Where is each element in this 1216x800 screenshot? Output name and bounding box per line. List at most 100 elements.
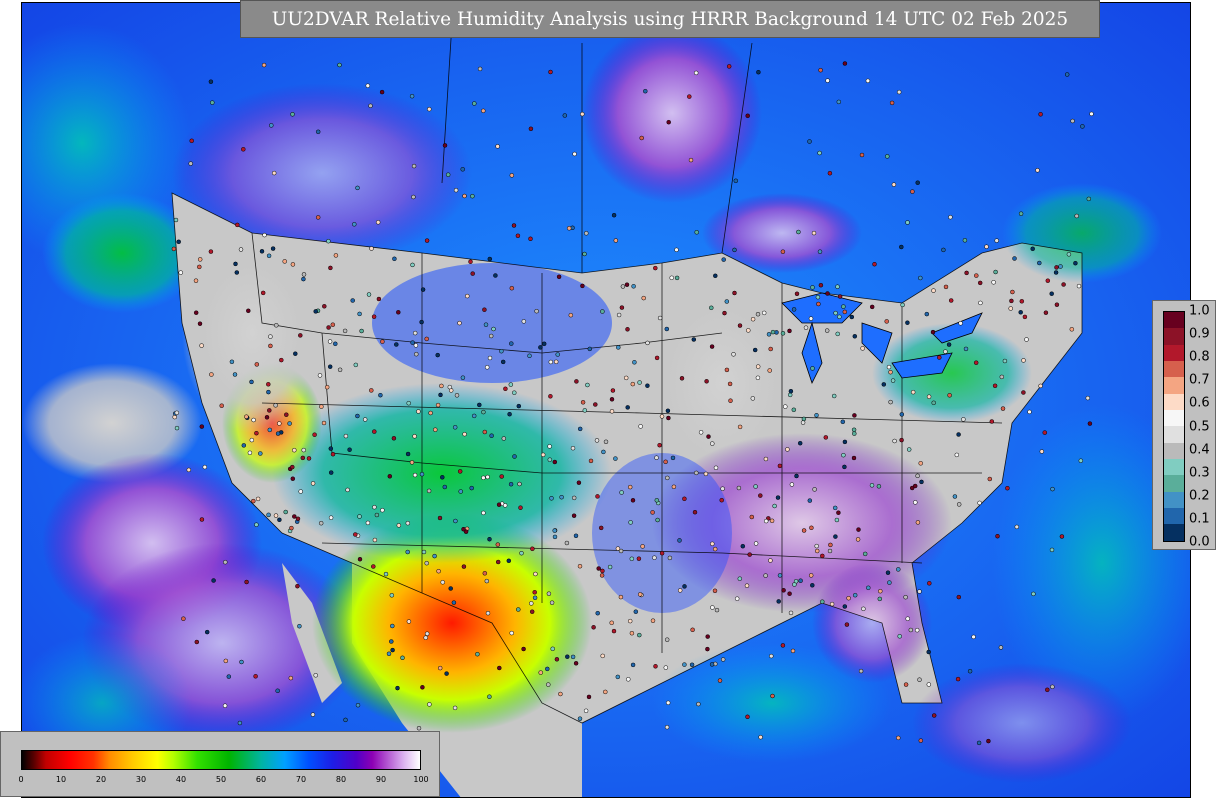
- station-dot: [477, 66, 483, 72]
- station-dot: [1049, 547, 1055, 553]
- station-dot: [293, 351, 298, 356]
- rh-colorbar: [21, 750, 421, 770]
- station-dot: [973, 360, 979, 365]
- station-dot: [577, 426, 583, 432]
- rh-tick-label: 10: [55, 775, 67, 784]
- station-dot: [267, 408, 272, 413]
- station-dot: [717, 678, 723, 683]
- rh-colorbar-panel: 0 10 20 30 40 50 60 70 80 90 100: [0, 731, 440, 797]
- station-dot: [255, 496, 261, 502]
- station-dot: [485, 474, 490, 480]
- station-dot: [1035, 168, 1040, 173]
- station-dot: [770, 693, 775, 699]
- station-dot: [532, 590, 537, 595]
- station-dot: [264, 415, 270, 420]
- station-dot: [913, 500, 918, 505]
- station-dot: [1009, 298, 1014, 304]
- station-dot: [509, 341, 514, 346]
- station-dot: [615, 674, 621, 680]
- station-dot: [411, 194, 416, 200]
- station-dot: [915, 473, 920, 479]
- station-dot: [736, 485, 742, 491]
- station-dot: [709, 662, 715, 667]
- rh-tick-label: 80: [335, 775, 347, 784]
- station-dot: [812, 487, 817, 492]
- station-dot: [355, 702, 361, 708]
- station-dot: [903, 594, 908, 600]
- station-dot: [687, 94, 692, 99]
- station-dot: [554, 657, 560, 662]
- station-dot: [550, 646, 555, 652]
- station-dot: [677, 538, 682, 543]
- station-dot: [615, 546, 621, 551]
- station-dot: [1054, 265, 1059, 270]
- station-dot: [1021, 358, 1026, 363]
- station-dot: [540, 452, 546, 458]
- station-dot: [481, 510, 486, 516]
- station-dot: [357, 311, 362, 317]
- station-dot: [709, 305, 714, 311]
- station-dot: [801, 528, 807, 533]
- station-dot: [577, 716, 583, 721]
- station-dot: [571, 513, 577, 518]
- station-dot: [516, 607, 521, 612]
- station-dot: [571, 495, 577, 501]
- station-dot: [470, 193, 475, 199]
- station-dot: [835, 284, 840, 289]
- station-dot: [787, 328, 792, 334]
- station-dot: [416, 409, 421, 414]
- station-dot: [844, 622, 850, 627]
- station-dot: [290, 262, 296, 267]
- station-dot: [1024, 337, 1029, 342]
- station-dot: [1089, 111, 1094, 117]
- station-dot: [899, 412, 905, 417]
- station-dot: [896, 89, 902, 95]
- station-dot: [900, 302, 905, 308]
- station-dot: [753, 484, 758, 489]
- station-dot: [268, 343, 273, 349]
- station-dot: [710, 441, 715, 446]
- ratio-tick-label: 0.0: [1189, 534, 1210, 550]
- station-dot: [852, 413, 857, 418]
- station-dot: [740, 543, 746, 549]
- station-dot: [376, 296, 382, 302]
- station-dot: [595, 610, 600, 616]
- station-dot: [918, 275, 923, 281]
- station-dot: [1039, 449, 1045, 454]
- station-dot: [292, 447, 297, 453]
- station-dot: [1002, 358, 1008, 364]
- station-dot: [692, 509, 698, 515]
- station-dot: [290, 464, 295, 470]
- station-dot: [787, 392, 793, 398]
- station-dot: [503, 386, 508, 392]
- station-dot: [745, 714, 750, 720]
- station-dot: [737, 424, 743, 430]
- station-dot: [321, 420, 327, 426]
- station-dot: [815, 294, 821, 300]
- station-dot: [746, 328, 751, 333]
- station-dot: [552, 534, 558, 540]
- station-dot: [809, 525, 814, 531]
- station-dot: [596, 566, 601, 571]
- station-dot: [665, 475, 670, 481]
- station-dot: [820, 599, 825, 604]
- station-dot: [899, 437, 904, 443]
- station-dot: [820, 553, 825, 559]
- station-dot: [1050, 684, 1055, 690]
- station-dot: [345, 487, 350, 493]
- station-dot: [594, 438, 600, 443]
- station-dot: [613, 238, 619, 243]
- station-dot: [808, 316, 814, 321]
- station-dot: [258, 451, 263, 456]
- station-dot: [512, 390, 517, 395]
- station-dot: [994, 238, 999, 243]
- station-dot: [664, 724, 670, 730]
- station-dot: [528, 126, 534, 132]
- station-dot: [489, 433, 494, 438]
- station-dot: [930, 329, 936, 335]
- station-dot: [362, 417, 368, 422]
- station-dot: [327, 364, 333, 369]
- station-dot: [630, 662, 636, 668]
- ratio-colorbar-segment: [1164, 328, 1184, 345]
- station-dot: [562, 113, 568, 118]
